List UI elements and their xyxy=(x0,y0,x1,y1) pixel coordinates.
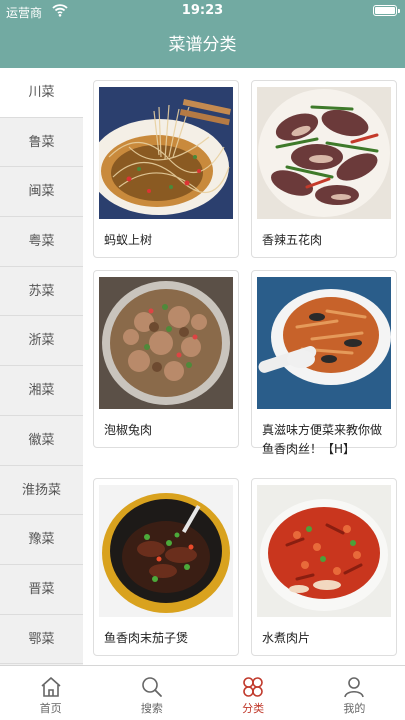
tab-label: 首页 xyxy=(39,702,62,715)
recipe-card[interactable]: 水煮肉片 xyxy=(251,478,397,656)
recipe-grid: 蚂蚁上树 香辣五花肉 泡椒兔肉 真滋味方便菜来教你做鱼香肉丝！【H】 鱼香肉末茄… xyxy=(83,68,405,665)
tab-label: 我的 xyxy=(343,702,366,715)
recipe-image xyxy=(257,485,391,617)
sidebar-item-su[interactable]: 苏菜 xyxy=(0,267,83,317)
recipe-title: 蚂蚁上树 xyxy=(104,233,153,247)
sidebar-item-label: 豫菜 xyxy=(28,532,55,548)
clock: 19:23 xyxy=(181,3,224,18)
user-icon xyxy=(344,677,365,698)
sidebar-item-label: 川菜 xyxy=(28,85,55,100)
recipe-image xyxy=(257,87,391,219)
recipe-image xyxy=(257,277,391,409)
sidebar-item-label: 淮扬菜 xyxy=(21,482,61,498)
sidebar-item-yu[interactable]: 豫菜 xyxy=(0,515,83,565)
sidebar-item-label: 苏菜 xyxy=(28,283,55,299)
sidebar-item-huaiyang[interactable]: 淮扬菜 xyxy=(0,466,83,516)
sidebar-item-label: 鲁菜 xyxy=(28,134,55,150)
nav-bar: 菜谱分类 xyxy=(0,22,405,68)
recipe-title: 香辣五花肉 xyxy=(262,233,323,247)
sidebar-item-chuan[interactable]: 川菜 xyxy=(0,68,83,118)
sidebar-item-label: 粤菜 xyxy=(28,234,55,250)
category-icon xyxy=(243,677,263,697)
sidebar-item-label: 闽菜 xyxy=(28,184,55,200)
tab-profile[interactable]: 我的 xyxy=(304,666,405,720)
sidebar-item-min[interactable]: 闽菜 xyxy=(0,167,83,218)
recipe-card[interactable]: 蚂蚁上树 xyxy=(93,80,239,258)
sidebar-item-label: 浙菜 xyxy=(28,333,55,349)
tab-label: 分类 xyxy=(242,702,265,715)
recipe-card[interactable]: 泡椒兔肉 xyxy=(93,270,239,448)
sidebar-item-lu[interactable]: 鲁菜 xyxy=(0,118,83,168)
recipe-title: 真滋味方便菜来教你做鱼香肉丝！【H】 xyxy=(262,423,383,456)
battery-icon xyxy=(373,5,400,16)
tab-search[interactable]: 搜索 xyxy=(101,666,202,720)
recipe-image xyxy=(99,277,233,409)
home-icon xyxy=(41,677,61,697)
page-title: 菜谱分类 xyxy=(168,35,237,55)
category-sidebar: 川菜 鲁菜 闽菜 粤菜 苏菜 浙菜 湘菜 徽菜 淮扬菜 豫菜 晋菜 鄂菜 xyxy=(0,68,83,665)
recipe-card[interactable]: 真滋味方便菜来教你做鱼香肉丝！【H】 xyxy=(251,270,397,456)
status-bar: 运营商 19:23 xyxy=(0,0,405,22)
recipe-title: 泡椒兔肉 xyxy=(104,423,153,437)
recipe-card[interactable]: 鱼香肉末茄子煲 xyxy=(93,478,239,656)
tab-bar: 首页 搜索 分类 我的 xyxy=(0,665,405,720)
sidebar-item-xiang[interactable]: 湘菜 xyxy=(0,366,83,416)
sidebar-item-hui[interactable]: 徽菜 xyxy=(0,416,83,466)
sidebar-item-jin[interactable]: 晋菜 xyxy=(0,565,83,615)
sidebar-item-zhe[interactable]: 浙菜 xyxy=(0,316,83,367)
recipe-image xyxy=(99,485,233,617)
tab-home[interactable]: 首页 xyxy=(0,666,101,720)
tab-label: 搜索 xyxy=(140,702,163,715)
tab-category[interactable]: 分类 xyxy=(203,666,304,720)
recipe-title: 鱼香肉末茄子煲 xyxy=(104,631,189,645)
recipe-title: 水煮肉片 xyxy=(262,631,311,645)
sidebar-item-yue[interactable]: 粤菜 xyxy=(0,217,83,267)
recipe-image xyxy=(99,87,233,219)
sidebar-item-e[interactable]: 鄂菜 xyxy=(0,615,83,665)
sidebar-item-label: 徽菜 xyxy=(28,432,55,448)
search-icon xyxy=(142,677,162,697)
sidebar-item-label: 晋菜 xyxy=(28,581,55,597)
sidebar-item-label: 湘菜 xyxy=(28,383,55,399)
sidebar-item-label: 鄂菜 xyxy=(28,631,55,647)
recipe-card[interactable]: 香辣五花肉 xyxy=(251,80,397,258)
